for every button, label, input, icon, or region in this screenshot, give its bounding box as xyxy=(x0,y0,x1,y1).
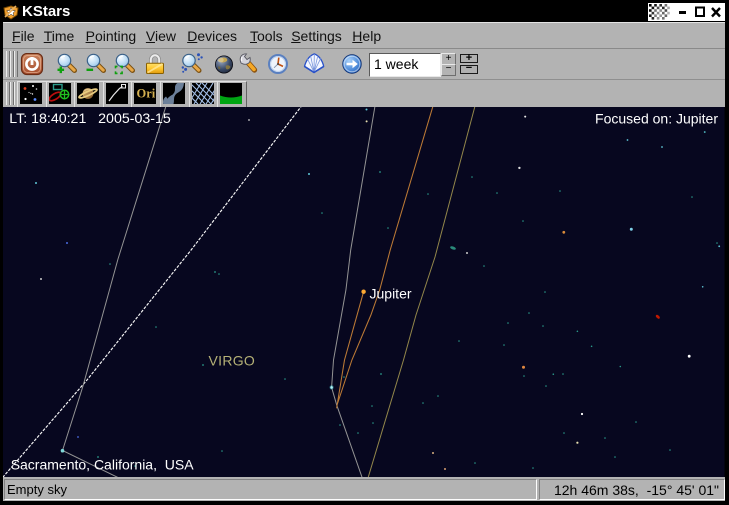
svg-text:LT: 18:40:21 2005-03-15: LT: 18:40:21 2005-03-15 xyxy=(9,111,171,127)
svg-text:Jupiter: Jupiter xyxy=(370,286,412,302)
svg-text:VIRGO: VIRGO xyxy=(209,353,256,369)
svg-text:Focused on: Jupiter: Focused on: Jupiter xyxy=(595,111,718,127)
svg-text:Ori: Ori xyxy=(137,87,156,101)
svg-text:Sacramento, California, USA: Sacramento, California, USA xyxy=(11,457,195,473)
